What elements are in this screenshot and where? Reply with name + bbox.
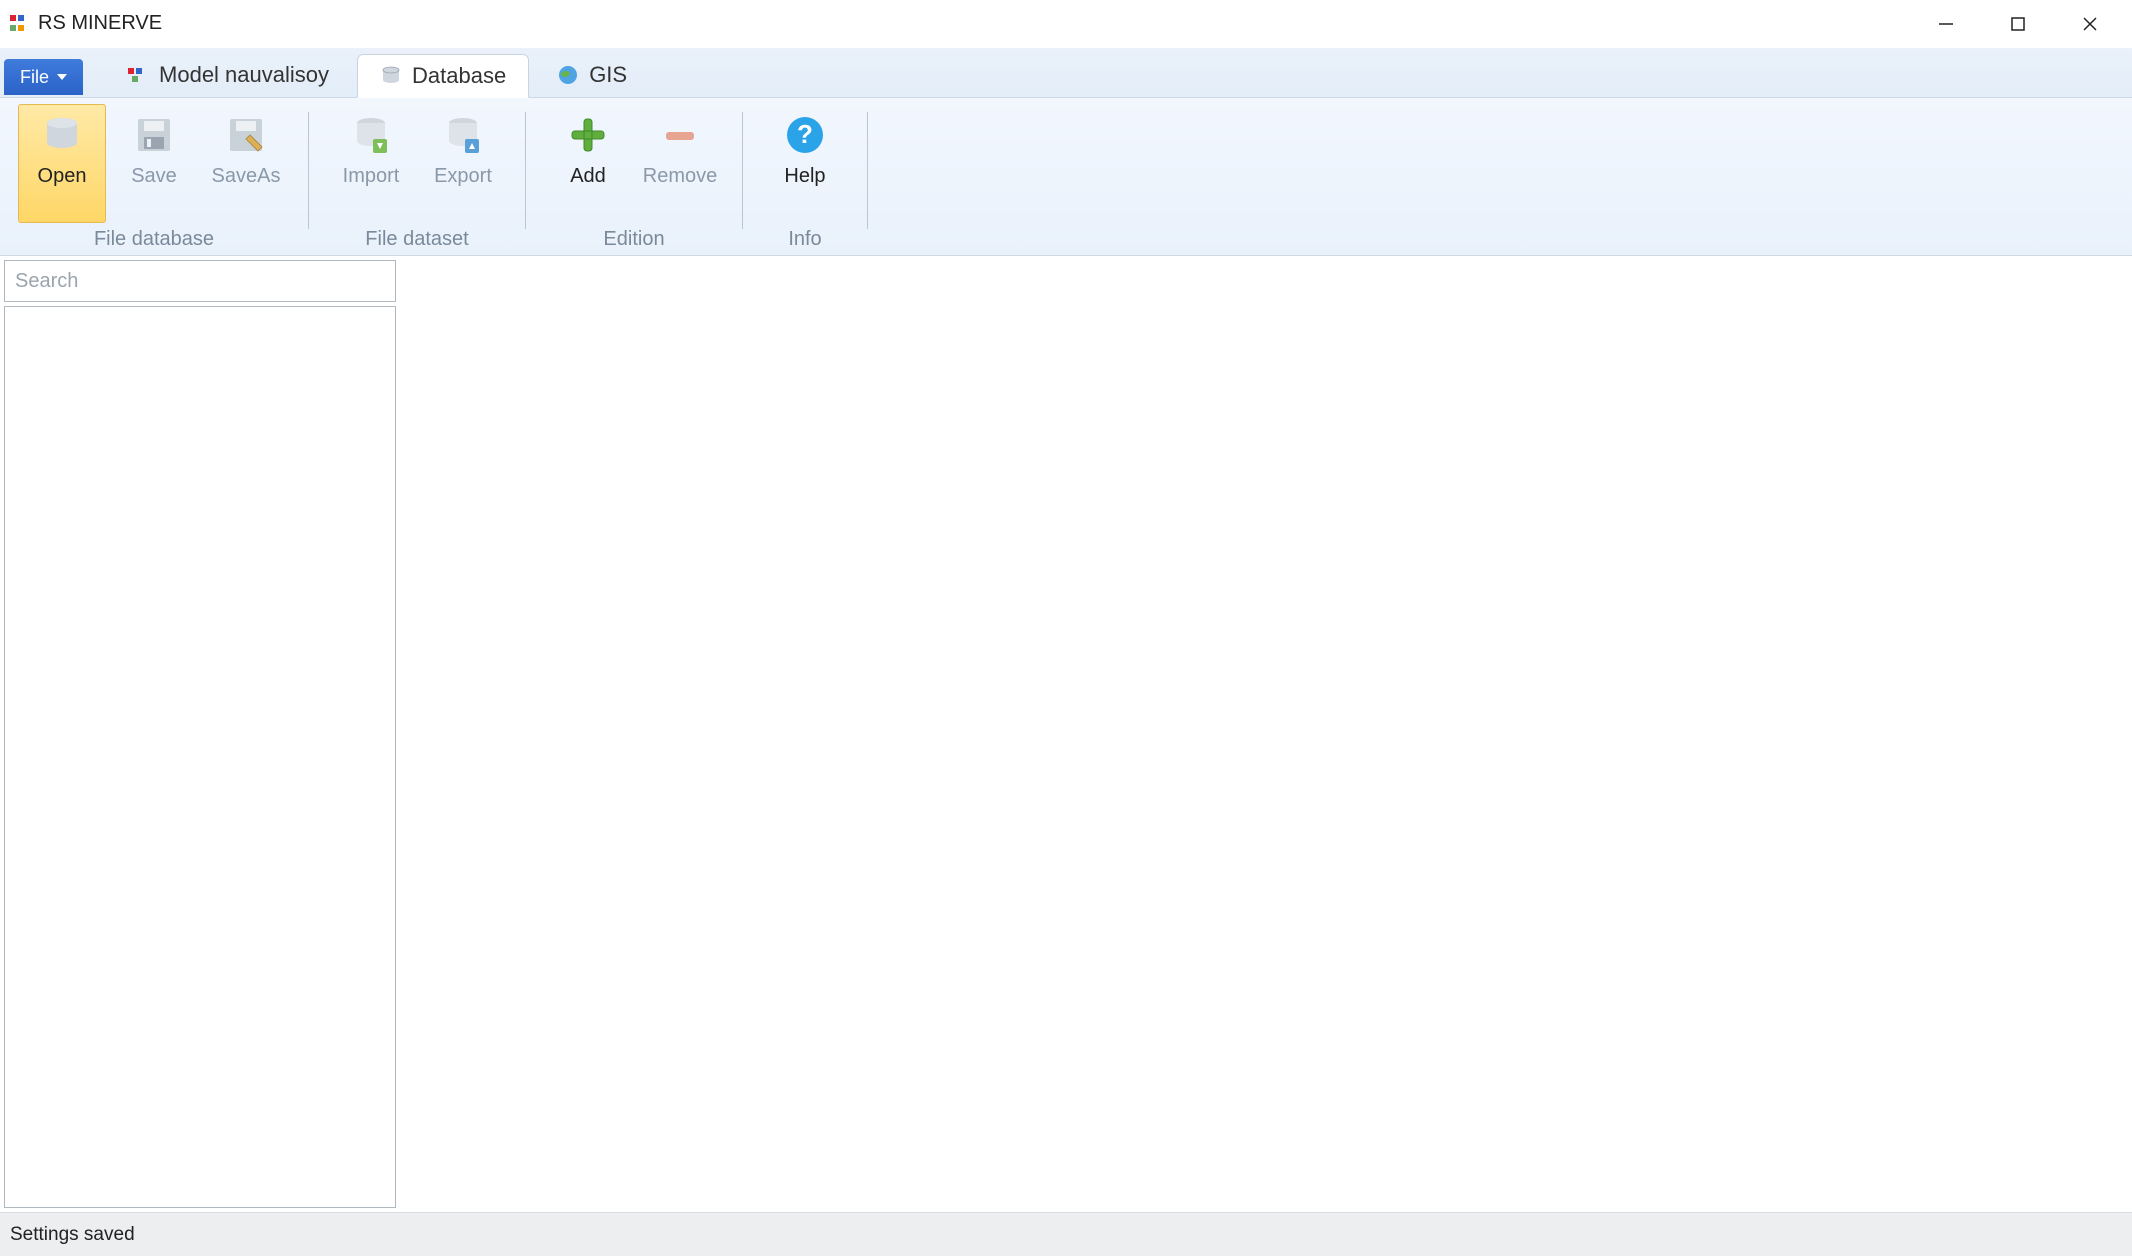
group-file-dataset: Import Export File dataset — [319, 104, 515, 255]
open-button[interactable]: Open — [18, 104, 106, 223]
database-icon — [380, 65, 402, 87]
import-button[interactable]: Import — [327, 104, 415, 223]
search-input[interactable] — [4, 260, 396, 302]
body — [0, 256, 2132, 1212]
ribbon-separator — [525, 112, 526, 229]
add-button[interactable]: Add — [544, 104, 632, 223]
sidepanel — [0, 256, 400, 1212]
group-file-database: Open Save SaveAs File database — [10, 104, 298, 255]
svg-text:?: ? — [797, 119, 813, 149]
group-info: ? Help Info — [753, 104, 857, 255]
content-area — [400, 256, 2132, 1212]
tab-database-label: Database — [412, 63, 506, 89]
export-icon — [439, 111, 487, 159]
tab-model-label: Model nauvalisoy — [159, 62, 329, 88]
plus-icon — [564, 111, 612, 159]
group-info-label: Info — [761, 223, 849, 255]
tab-gis-label: GIS — [589, 62, 627, 88]
group-file-dataset-label: File dataset — [327, 223, 507, 255]
globe-icon — [557, 64, 579, 86]
ribbon-separator — [742, 112, 743, 229]
group-file-database-label: File database — [18, 223, 290, 255]
minimize-button[interactable] — [1910, 0, 1982, 48]
remove-label: Remove — [643, 165, 717, 188]
model-icon — [127, 64, 149, 86]
group-edition: Add Remove Edition — [536, 104, 732, 255]
save-label: Save — [131, 165, 177, 188]
tab-model[interactable]: Model nauvalisoy — [105, 53, 351, 97]
help-button[interactable]: ? Help — [761, 104, 849, 223]
tab-database[interactable]: Database — [357, 54, 529, 98]
title-left: RS MINERVE — [10, 12, 162, 35]
file-menu-label: File — [20, 67, 49, 88]
import-label: Import — [343, 165, 400, 188]
database-open-icon — [38, 111, 86, 159]
tree-view[interactable] — [4, 306, 396, 1208]
saveas-label: SaveAs — [212, 165, 281, 188]
tab-gis[interactable]: GIS — [535, 53, 649, 97]
ribbon: Open Save SaveAs File database — [0, 98, 2132, 256]
saveas-icon — [222, 111, 270, 159]
group-edition-label: Edition — [544, 223, 724, 255]
window-controls — [1910, 0, 2126, 48]
app-title: RS MINERVE — [38, 12, 162, 35]
saveas-button[interactable]: SaveAs — [202, 104, 290, 223]
remove-button[interactable]: Remove — [636, 104, 724, 223]
minus-icon — [656, 111, 704, 159]
save-icon — [130, 111, 178, 159]
file-menu-button[interactable]: File — [4, 59, 83, 95]
app-logo-icon — [10, 15, 28, 33]
export-button[interactable]: Export — [419, 104, 507, 223]
export-label: Export — [434, 165, 492, 188]
ribbon-separator — [308, 112, 309, 229]
help-label: Help — [784, 165, 825, 188]
close-button[interactable] — [2054, 0, 2126, 48]
chevron-down-icon — [57, 74, 67, 80]
statusbar: Settings saved — [0, 1212, 2132, 1256]
open-label: Open — [38, 165, 87, 188]
titlebar: RS MINERVE — [0, 0, 2132, 48]
app-window: RS MINERVE File Model nauvalisoy — [0, 0, 2132, 1256]
save-button[interactable]: Save — [110, 104, 198, 223]
import-icon — [347, 111, 395, 159]
help-icon: ? — [781, 111, 829, 159]
tabstrip: File Model nauvalisoy Database GIS — [0, 48, 2132, 98]
maximize-button[interactable] — [1982, 0, 2054, 48]
add-label: Add — [570, 165, 606, 188]
ribbon-separator — [867, 112, 868, 229]
status-text: Settings saved — [10, 1224, 135, 1246]
